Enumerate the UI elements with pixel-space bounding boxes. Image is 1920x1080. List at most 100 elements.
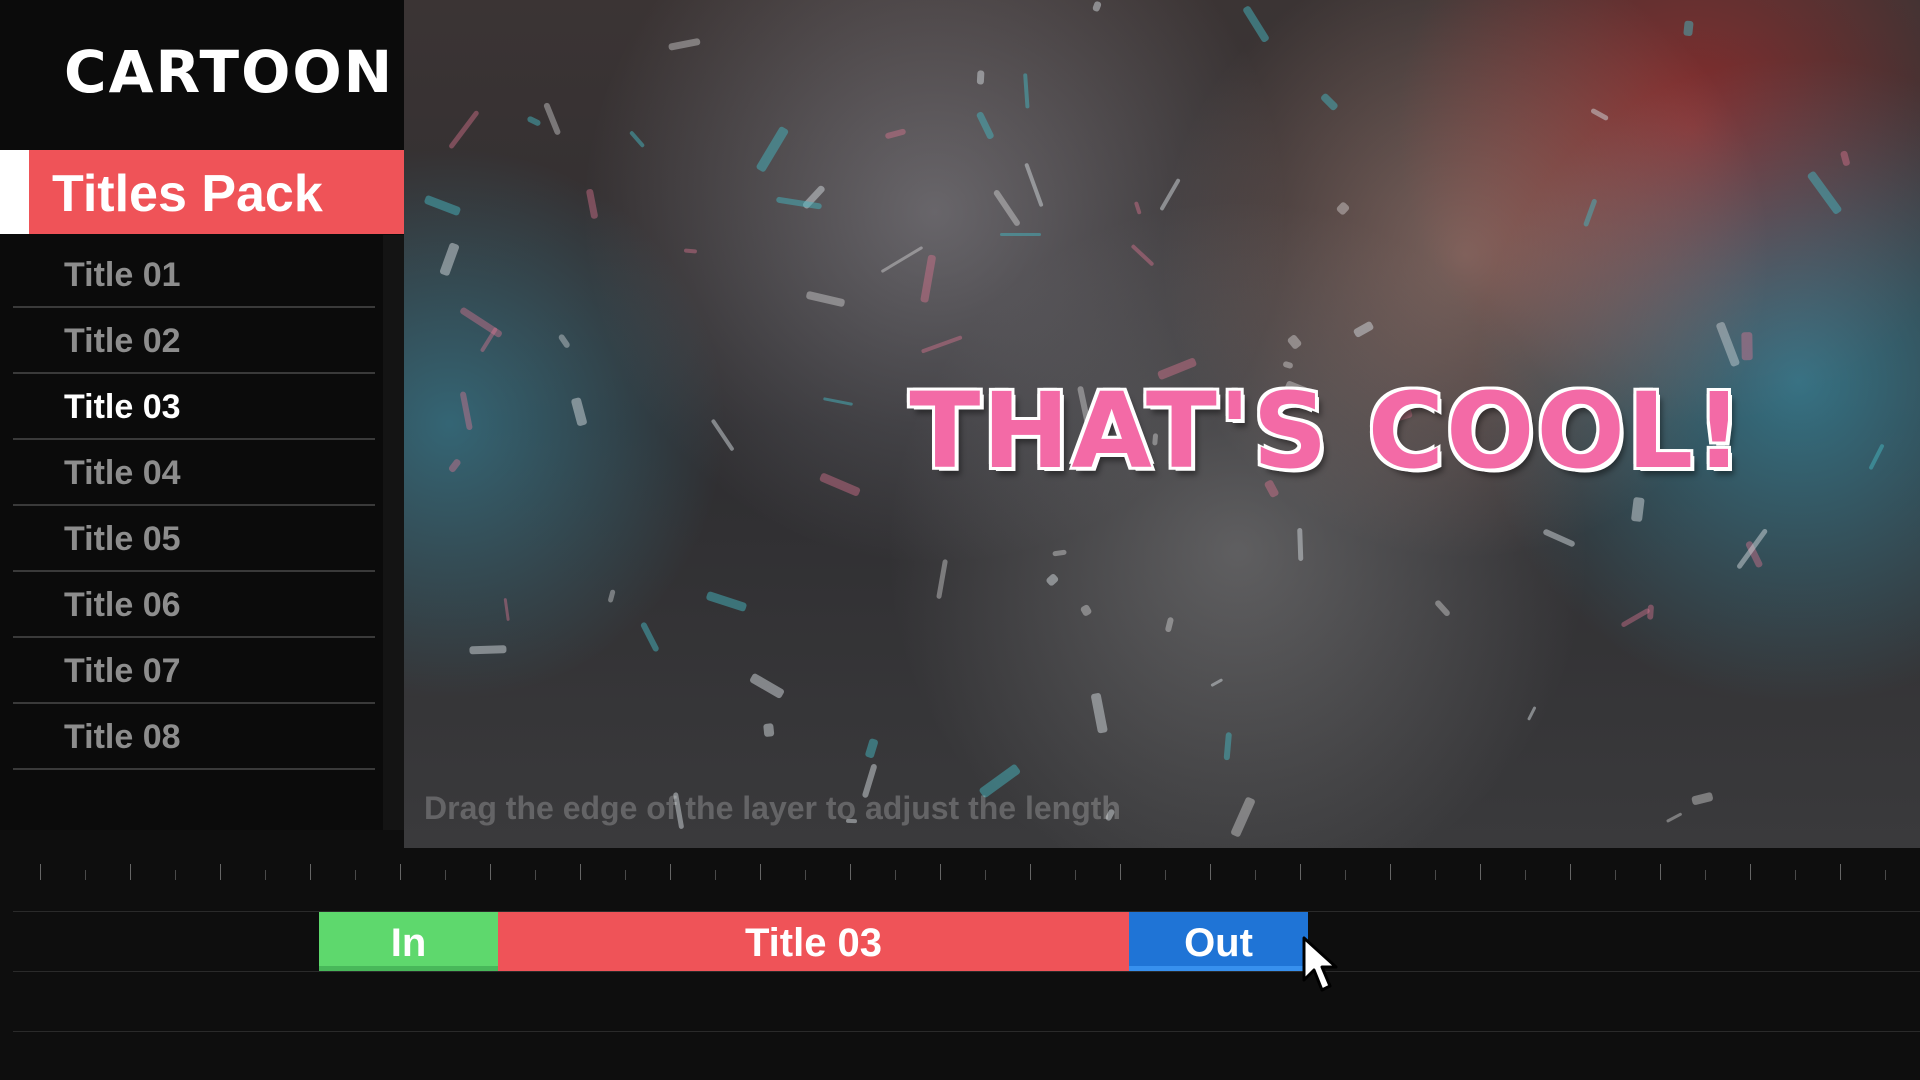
confetti-piece bbox=[805, 290, 845, 308]
confetti-piece bbox=[1353, 320, 1375, 338]
confetti-piece bbox=[683, 248, 697, 254]
confetti-piece bbox=[1023, 73, 1030, 109]
title-list-item-active[interactable]: Title 03 bbox=[13, 374, 375, 440]
ruler-tick bbox=[445, 870, 446, 880]
confetti-piece bbox=[920, 334, 963, 354]
out-clip-label: Out bbox=[1184, 921, 1253, 965]
ruler-tick bbox=[1120, 864, 1121, 880]
ruler-tick bbox=[490, 864, 491, 880]
title-list-item[interactable]: Title 01 bbox=[13, 242, 375, 308]
confetti-piece bbox=[1589, 107, 1610, 122]
title-item-label: Title 06 bbox=[64, 586, 181, 624]
pack-tab-marker bbox=[0, 150, 29, 234]
confetti-piece bbox=[468, 645, 507, 655]
ruler-tick bbox=[1480, 864, 1481, 880]
confetti-piece bbox=[936, 559, 948, 600]
confetti-piece bbox=[1090, 692, 1108, 735]
confetti-piece bbox=[423, 194, 462, 217]
title-list-item[interactable]: Title 04 bbox=[13, 440, 375, 506]
confetti-piece bbox=[607, 588, 616, 604]
in-animation-clip[interactable]: In bbox=[319, 912, 498, 971]
ruler-tick bbox=[1525, 870, 1526, 880]
in-clip-label: In bbox=[390, 921, 427, 965]
title-clip[interactable]: Title 03 bbox=[498, 912, 1129, 971]
confetti-piece bbox=[1000, 232, 1041, 237]
ruler-tick bbox=[1435, 870, 1436, 880]
ruler-tick bbox=[1255, 870, 1256, 880]
confetti-piece bbox=[667, 38, 702, 51]
confetti-piece bbox=[884, 128, 907, 140]
ruler-tick bbox=[805, 870, 806, 880]
confetti-piece bbox=[1320, 92, 1340, 111]
confetti-piece bbox=[920, 254, 937, 304]
confetti-piece bbox=[1159, 177, 1181, 212]
video-preview[interactable]: THAT'S COOL! Drag the edge of the layer … bbox=[404, 0, 1920, 848]
confetti-piece bbox=[1052, 548, 1067, 557]
ruler-tick bbox=[670, 864, 671, 880]
title-overlay-text: THAT'S COOL! bbox=[909, 370, 1745, 492]
title-item-label: Title 01 bbox=[64, 256, 181, 294]
title-item-label: Title 05 bbox=[64, 520, 181, 558]
confetti-piece bbox=[1741, 331, 1753, 361]
out-animation-clip[interactable]: Out bbox=[1129, 912, 1308, 971]
title-item-label: Title 03 bbox=[64, 388, 181, 426]
confetti-piece bbox=[1619, 607, 1651, 629]
title-list-item[interactable]: Title 08 bbox=[13, 704, 375, 770]
confetti-piece bbox=[762, 723, 775, 738]
confetti-piece bbox=[1526, 706, 1537, 722]
title-list-item[interactable]: Title 06 bbox=[13, 572, 375, 638]
ruler-tick bbox=[715, 870, 716, 880]
confetti-piece bbox=[1164, 616, 1174, 633]
ruler-tick bbox=[1390, 864, 1391, 880]
sidebar-scroll-area bbox=[383, 235, 404, 830]
confetti-piece bbox=[993, 188, 1022, 227]
ruler-tick bbox=[1075, 870, 1076, 880]
confetti-piece bbox=[1282, 360, 1294, 369]
ruler-tick bbox=[1705, 870, 1706, 880]
confetti-piece bbox=[1079, 603, 1093, 618]
confetti-piece bbox=[1133, 200, 1142, 215]
confetti-piece bbox=[542, 101, 562, 137]
confetti-piece bbox=[864, 738, 879, 760]
confetti-piece bbox=[585, 188, 599, 220]
confetti-piece bbox=[1045, 572, 1060, 587]
sidebar: CARTOON Titles Pack Title 01 Title 02 Ti… bbox=[0, 0, 404, 830]
confetti-piece bbox=[748, 672, 786, 700]
confetti-piece bbox=[1130, 244, 1155, 267]
title-item-label: Title 04 bbox=[64, 454, 181, 492]
title-list-item[interactable]: Title 02 bbox=[13, 308, 375, 374]
confetti-piece bbox=[525, 115, 541, 127]
confetti-piece bbox=[1736, 527, 1769, 570]
title-item-label: Title 07 bbox=[64, 652, 181, 690]
title-list-item[interactable]: Title 07 bbox=[13, 638, 375, 704]
ruler-tick bbox=[40, 864, 41, 880]
confetti-piece bbox=[1335, 201, 1351, 217]
ruler-tick bbox=[1030, 864, 1031, 880]
ruler-tick bbox=[580, 864, 581, 880]
ruler-tick bbox=[1750, 864, 1751, 880]
confetti-piece bbox=[1433, 598, 1451, 617]
confetti-piece bbox=[1286, 333, 1303, 351]
confetti-piece bbox=[754, 125, 789, 173]
track-divider bbox=[13, 1031, 1920, 1032]
title-item-label: Title 02 bbox=[64, 322, 181, 360]
ruler-tick bbox=[1345, 870, 1346, 880]
titles-pack-header[interactable]: Titles Pack bbox=[0, 150, 404, 234]
confetti-piece bbox=[1209, 678, 1223, 688]
confetti-piece bbox=[1583, 197, 1598, 227]
confetti-piece bbox=[1690, 791, 1714, 806]
ruler-tick bbox=[130, 864, 131, 880]
ruler-tick bbox=[1165, 870, 1166, 880]
confetti-piece bbox=[1666, 811, 1683, 823]
ruler-tick bbox=[1840, 864, 1841, 880]
ruler-tick bbox=[760, 864, 761, 880]
ruler-tick bbox=[985, 870, 986, 880]
confetti-piece bbox=[1223, 731, 1232, 760]
ruler-tick bbox=[355, 870, 356, 880]
confetti-piece bbox=[1241, 4, 1270, 43]
timeline-ruler[interactable] bbox=[0, 848, 1920, 888]
ruler-tick bbox=[1615, 870, 1616, 880]
ruler-tick bbox=[895, 870, 896, 880]
title-list-item[interactable]: Title 05 bbox=[13, 506, 375, 572]
confetti-piece bbox=[1297, 527, 1303, 561]
